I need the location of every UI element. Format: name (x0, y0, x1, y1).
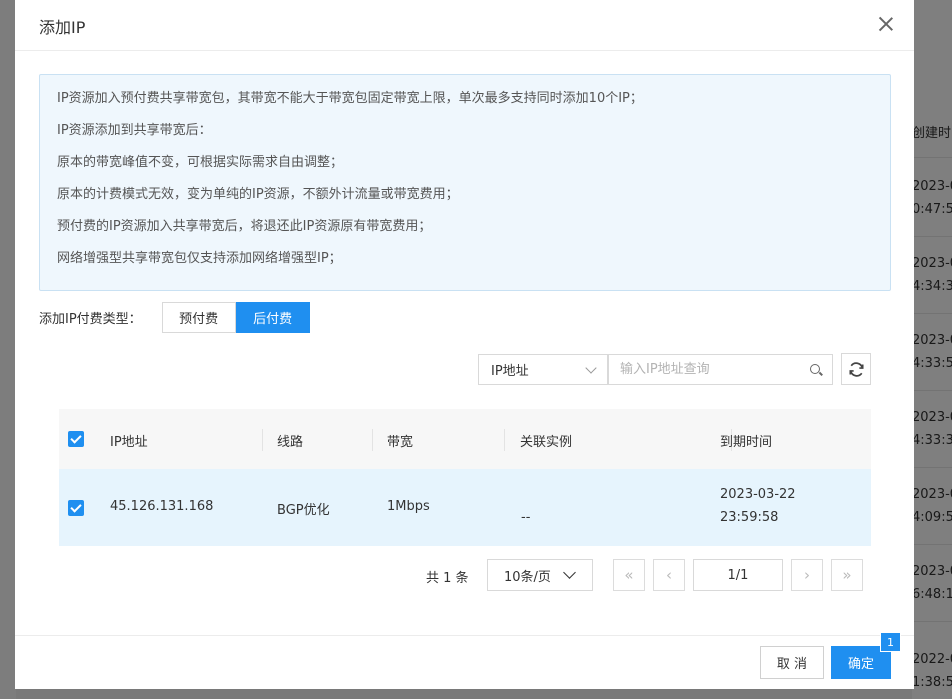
pay-type-row: 添加IP付费类型： 预付费 后付费 (39, 302, 310, 333)
page-size-select[interactable]: 10条/页 (487, 559, 593, 591)
column-header-ip: IP地址 (110, 435, 148, 450)
total-count: 共 1 条 (426, 571, 469, 586)
prepaid-option[interactable]: 预付费 (161, 302, 236, 333)
table-row[interactable]: 45.126.131.168 BGP优化 1Mbps -- 2023-03-22… (59, 469, 871, 546)
page-input[interactable]: 1/1 (693, 559, 783, 591)
first-page-button[interactable]: « (613, 559, 645, 591)
notice-box: IP资源加入预付费共享带宽包，其带宽不能大于带宽包固定带宽上限，单次最多支持同时… (39, 74, 891, 291)
pay-type-toggle: 预付费 后付费 (161, 302, 310, 333)
notice-line: 预付费的IP资源加入共享带宽后，将退还此IP资源原有带宽费用； (57, 219, 432, 234)
row-checkbox[interactable] (68, 500, 84, 516)
notice-line: 原本的带宽峰值不变，可根据实际需求自由调整； (57, 155, 344, 170)
table-header: IP地址 线路 带宽 关联实例 到期时间 (59, 409, 871, 469)
page-size-value: 10条/页 (504, 569, 551, 585)
row-bandwidth: 1Mbps (387, 499, 430, 514)
column-header-line: 线路 (277, 435, 304, 450)
column-header-instance: 关联实例 (520, 435, 573, 450)
add-ip-dialog: 添加IP IP资源加入预付费共享带宽包，其带宽不能大于带宽包固定带宽上限，单次最… (15, 0, 914, 689)
notice-line: 网络增强型共享带宽包仅支持添加网络增强型IP； (57, 251, 342, 266)
postpaid-option[interactable]: 后付费 (235, 302, 310, 333)
column-header-expire: 到期时间 (720, 435, 773, 450)
row-expire-time: 23:59:58 (720, 510, 779, 525)
row-ip: 45.126.131.168 (110, 499, 214, 514)
filter-field-value: IP地址 (491, 364, 529, 379)
cancel-button[interactable]: 取 消 (760, 646, 824, 679)
notice-line: IP资源添加到共享带宽后： (57, 123, 212, 138)
filter-field-select[interactable]: IP地址 (478, 354, 608, 385)
dialog-title: 添加IP (39, 18, 86, 37)
column-divider (504, 429, 505, 451)
column-header-bandwidth: 带宽 (387, 435, 414, 450)
column-divider (372, 429, 373, 451)
next-page-button[interactable]: › (791, 559, 823, 591)
dialog-header: 添加IP (15, 0, 914, 51)
search-icon[interactable] (810, 364, 820, 374)
search-input[interactable] (609, 355, 799, 384)
prev-page-button[interactable]: ‹ (653, 559, 685, 591)
chevron-down-icon (563, 566, 576, 579)
select-all-checkbox[interactable] (68, 431, 84, 447)
search-box (608, 354, 833, 385)
notice-line: 原本的计费模式无效，变为单纯的IP资源，不额外计流量或带宽费用； (57, 187, 459, 202)
refresh-button[interactable] (841, 353, 871, 385)
selected-count-badge: 1 (880, 632, 901, 652)
notice-line: IP资源加入预付费共享带宽包，其带宽不能大于带宽包固定带宽上限，单次最多支持同时… (57, 91, 643, 106)
pay-type-label: 添加IP付费类型： (39, 312, 142, 327)
chevron-down-icon (585, 362, 597, 374)
last-page-button[interactable]: » (831, 559, 863, 591)
row-instance: -- (521, 510, 531, 525)
row-line: BGP优化 (277, 503, 330, 518)
row-expire-date: 2023-03-22 (720, 487, 796, 502)
close-icon[interactable] (876, 14, 896, 34)
column-divider (262, 429, 263, 451)
ip-table: IP地址 线路 带宽 关联实例 到期时间 45.126.131.168 BGP优… (59, 409, 871, 546)
refresh-icon (849, 362, 864, 377)
